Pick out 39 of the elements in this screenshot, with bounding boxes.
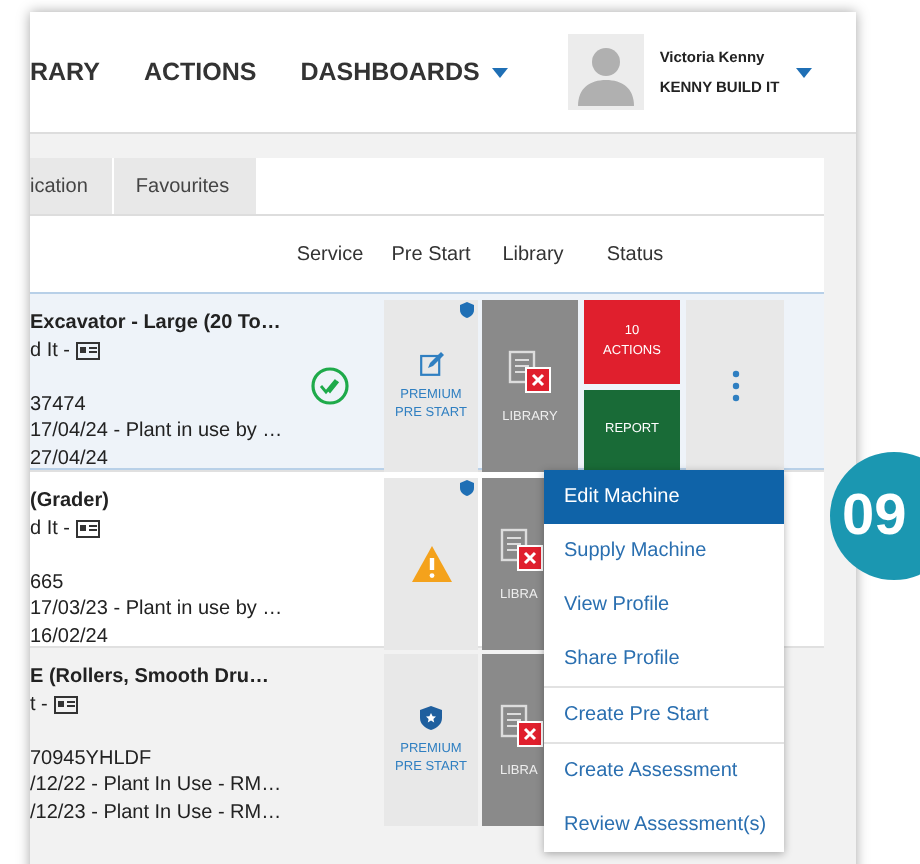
id-card-icon xyxy=(76,519,101,538)
machine-title: Excavator - Large (20 To… xyxy=(30,310,280,337)
menu-item[interactable]: Create Pre Start xyxy=(544,686,784,742)
owner-text: d It - xyxy=(30,337,71,364)
nav-link[interactable]: ACTIONS xyxy=(143,58,257,86)
menu-item[interactable]: Edit Machine xyxy=(544,470,784,524)
tab[interactable]: Favourites xyxy=(113,158,256,214)
machine-id: 665 xyxy=(30,569,66,596)
document-error-icon xyxy=(508,349,552,393)
tab[interactable]: ication xyxy=(30,158,112,214)
status-note: /12/23 - Plant In Use - RM… xyxy=(30,799,280,826)
shield-icon xyxy=(420,705,442,729)
pre-start-tile[interactable] xyxy=(384,478,478,650)
column-header: Pre Start xyxy=(389,243,473,265)
id-card-icon xyxy=(76,341,101,360)
owner-text: d It - xyxy=(30,515,71,542)
warning-icon xyxy=(411,546,451,582)
machine-title: E (Rollers, Smooth Dru… xyxy=(30,664,271,691)
nav-link[interactable]: RARY xyxy=(30,58,100,86)
status-note: 27/04/24 xyxy=(30,445,110,472)
edit-icon xyxy=(419,351,443,375)
caret-icon[interactable] xyxy=(795,67,812,77)
machine-id: 70945YHLDF xyxy=(30,745,154,772)
kebab-menu-icon xyxy=(731,370,739,402)
menu-item[interactable]: Create Assessment xyxy=(544,742,784,798)
machine-id: 37474 xyxy=(30,391,88,418)
more-options-button[interactable] xyxy=(686,300,784,472)
owner-text: t - xyxy=(30,691,48,718)
machine-title: (Grader) xyxy=(30,488,111,515)
status-note: 16/02/24 xyxy=(30,623,110,650)
status-note: 17/03/23 - Plant in use by … xyxy=(30,596,280,623)
column-header: Service xyxy=(294,243,366,265)
status-note: 17/04/24 - Plant in use by … xyxy=(30,418,280,445)
column-header: Status xyxy=(604,243,666,265)
avatar-icon[interactable] xyxy=(567,34,644,110)
column-header: Library xyxy=(500,243,566,265)
status-note: /12/22 - Plant In Use - RM… xyxy=(30,772,280,799)
nav-link[interactable]: DASHBOARDS xyxy=(300,58,508,86)
id-card-icon xyxy=(53,695,78,714)
